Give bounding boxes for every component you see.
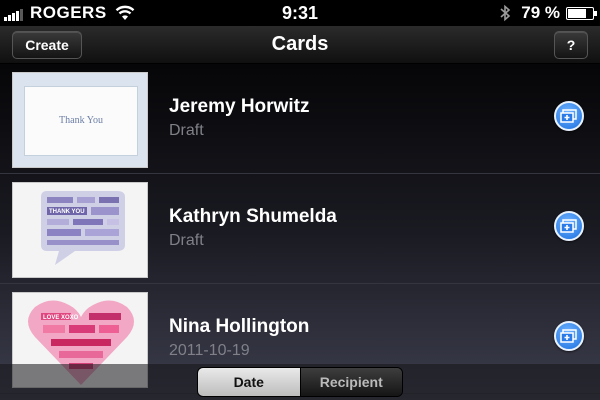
card-thumbnail-text: LOVE XOXO <box>43 315 79 321</box>
sort-toolbar: Date Recipient <box>0 364 600 400</box>
speech-bubble-card-art: THANK YOU <box>13 183 147 277</box>
card-thumbnail-text: THANK YOU <box>49 209 85 215</box>
recipient-name: Kathryn Shumelda <box>169 206 337 227</box>
send-card-button[interactable] <box>554 211 584 241</box>
sort-by-date-button[interactable]: Date <box>198 368 301 396</box>
send-card-button[interactable] <box>554 321 584 351</box>
card-status: Draft <box>169 122 204 139</box>
card-thumbnail: THANK YOU <box>12 182 148 278</box>
bluetooth-icon <box>500 4 511 22</box>
envelope-icon <box>560 329 577 343</box>
card-status: Draft <box>169 232 204 249</box>
battery-percent: 79 % <box>521 3 560 22</box>
battery-icon <box>566 6 597 20</box>
card-thumbnail: Thank You <box>12 72 148 168</box>
card-thumbnail-text: Thank You <box>59 115 103 126</box>
help-button[interactable]: ? <box>554 31 588 59</box>
recipient-name: Nina Hollington <box>169 316 310 337</box>
envelope-icon <box>560 109 577 123</box>
sort-by-recipient-button[interactable]: Recipient <box>300 368 402 396</box>
card-row[interactable]: Thank You Jeremy Horwitz Draft <box>0 64 600 174</box>
card-row[interactable]: THANK YOU Kathryn Shumelda Draft <box>0 174 600 284</box>
sort-segmented-control: Date Recipient <box>197 367 403 397</box>
recipient-name: Jeremy Horwitz <box>169 96 310 117</box>
page-title: Cards <box>271 33 329 55</box>
navigation-bar: Create Cards ? <box>0 26 600 64</box>
status-bar: ROGERS 9:31 79 % <box>0 0 600 26</box>
card-date: 2011-10-19 <box>169 342 250 359</box>
send-card-button[interactable] <box>554 101 584 131</box>
cards-list: Thank You Jeremy Horwitz Draft THANK YOU… <box>0 64 600 400</box>
envelope-icon <box>560 219 577 233</box>
